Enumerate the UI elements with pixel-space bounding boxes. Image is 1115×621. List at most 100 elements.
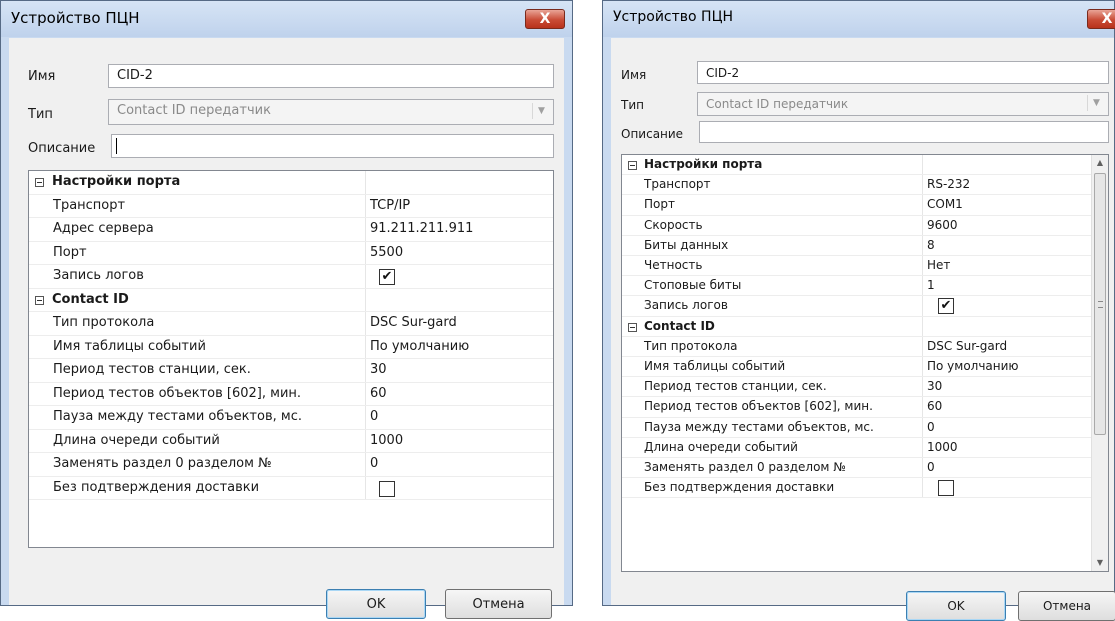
left-ok-button[interactable]: OK — [326, 589, 426, 619]
property-value[interactable]: 0 — [370, 409, 378, 424]
right-type-label: Тип — [621, 98, 644, 112]
left-property-row[interactable]: Запись логов ✔ — [29, 265, 553, 289]
column-divider — [922, 175, 923, 196]
right-property-row[interactable]: Стоповые биты 1 — [622, 276, 1091, 297]
property-value[interactable]: DSC Sur-gard — [927, 339, 1007, 353]
collapse-icon[interactable] — [35, 178, 44, 187]
left-property-row[interactable]: Транспорт TCP/IP — [29, 194, 553, 218]
right-desc-input[interactable] — [699, 121, 1109, 143]
left-desc-input[interactable] — [111, 134, 554, 158]
property-name: Заменять раздел 0 разделом № — [644, 460, 846, 474]
column-divider — [922, 397, 923, 418]
property-value[interactable]: 0 — [927, 420, 935, 434]
right-property-grid: Настройки порта Транспорт RS-232 Порт COM1 Ск… — [621, 154, 1109, 572]
property-value[interactable]: 60 — [370, 386, 387, 401]
right-ok-button[interactable]: OK — [906, 591, 1006, 621]
left-cancel-button[interactable]: Отмена — [445, 589, 552, 619]
property-value[interactable]: 1000 — [927, 440, 958, 454]
right-desc-label: Описание — [621, 127, 684, 141]
left-category-row[interactable]: Настройки порта — [29, 171, 553, 195]
right-dialog-window: Устройство ПЦН X Имя CID-2 Тип Contact I… — [602, 0, 1115, 621]
property-checkbox[interactable]: ✔ — [379, 269, 395, 285]
left-dialog-window: Устройство ПЦН X Имя CID-2 Тип Contact I… — [0, 0, 573, 619]
column-divider — [922, 478, 923, 499]
left-property-row[interactable]: Длина очереди событий 1000 — [29, 429, 553, 453]
left-property-row[interactable]: Тип протокола DSC Sur-gard — [29, 312, 553, 336]
property-value[interactable]: 9600 — [927, 218, 958, 232]
property-value[interactable]: TCP/IP — [370, 198, 410, 213]
right-property-row[interactable]: Биты данных 8 — [622, 235, 1091, 256]
property-name: Запись логов — [644, 298, 728, 313]
property-value[interactable]: COM1 — [927, 197, 963, 211]
right-cancel-button[interactable]: Отмена — [1018, 591, 1115, 621]
property-checkbox[interactable]: ✔ — [938, 298, 954, 315]
property-value[interactable]: 5500 — [370, 245, 403, 260]
scroll-down-arrow-icon[interactable]: ▼ — [1092, 555, 1108, 571]
right-property-row[interactable]: Скорость 9600 — [622, 215, 1091, 236]
category-label: Настройки порта — [644, 157, 763, 171]
right-grid-scrollbar[interactable]: ▲ ▼ — [1091, 155, 1108, 571]
right-property-row[interactable]: Порт COM1 — [622, 195, 1091, 216]
column-divider — [365, 288, 366, 312]
property-name: Период тестов объектов [602], мин. — [644, 399, 873, 414]
right-property-row[interactable]: Период тестов объектов [602], мин. 60 — [622, 397, 1091, 418]
property-value[interactable]: 1000 — [370, 433, 403, 448]
right-property-row[interactable]: Четность Нет — [622, 256, 1091, 277]
right-property-row[interactable]: Период тестов станции, сек. 30 — [622, 377, 1091, 398]
column-divider — [922, 417, 923, 438]
collapse-icon[interactable] — [628, 322, 637, 332]
collapse-icon[interactable] — [628, 161, 637, 170]
collapse-icon[interactable] — [35, 295, 44, 305]
property-name: Тип протокола — [644, 338, 738, 353]
property-value[interactable]: 91.211.211.911 — [370, 221, 473, 236]
right-close-button[interactable]: X — [1087, 9, 1115, 29]
left-property-row[interactable]: Период тестов объектов [602], мин. 60 — [29, 382, 553, 406]
right-property-row[interactable]: Запись логов ✔ — [622, 296, 1091, 317]
property-value[interactable]: 0 — [927, 460, 935, 474]
left-type-value: Contact ID передатчик — [117, 103, 271, 118]
property-value[interactable]: 30 — [927, 379, 942, 393]
property-value[interactable]: 0 — [370, 456, 378, 471]
right-category-row[interactable]: Настройки порта — [622, 155, 1091, 176]
right-property-row[interactable]: Пауза между тестами объектов, мс. 0 — [622, 417, 1091, 438]
property-value[interactable]: 30 — [370, 362, 387, 377]
left-property-row[interactable]: Адрес сервера 91.211.211.911 — [29, 218, 553, 242]
property-value[interactable]: 1 — [927, 278, 935, 292]
right-type-select: Contact ID передатчик ▼ — [697, 92, 1109, 116]
property-name: Запись логов — [53, 268, 144, 283]
right-property-row[interactable]: Заменять раздел 0 разделом № 0 — [622, 458, 1091, 479]
right-property-row[interactable]: Длина очереди событий 1000 — [622, 437, 1091, 458]
right-property-row[interactable]: Без подтверждения доставки — [622, 478, 1091, 499]
column-divider — [922, 155, 923, 176]
left-property-row[interactable]: Период тестов станции, сек. 30 — [29, 359, 553, 383]
left-property-grid: Настройки порта Транспорт TCP/IP Адрес серв… — [28, 170, 554, 548]
property-name: Без подтверждения доставки — [53, 479, 260, 495]
left-category-row[interactable]: Contact ID — [29, 288, 553, 312]
right-category-row[interactable]: Contact ID — [622, 316, 1091, 337]
scroll-up-arrow-icon[interactable]: ▲ — [1092, 155, 1108, 171]
property-checkbox[interactable] — [379, 480, 395, 497]
left-close-button[interactable]: X — [525, 9, 565, 29]
left-name-input[interactable]: CID-2 — [108, 64, 554, 88]
left-property-row[interactable]: Без подтверждения доставки — [29, 476, 553, 500]
property-checkbox[interactable] — [938, 480, 954, 497]
property-value[interactable]: По умолчанию — [927, 359, 1019, 373]
property-value[interactable]: DSC Sur-gard — [370, 315, 457, 330]
right-property-row[interactable]: Тип протокола DSC Sur-gard — [622, 336, 1091, 357]
right-property-row[interactable]: Имя таблицы событий По умолчанию — [622, 357, 1091, 378]
left-property-row[interactable]: Заменять раздел 0 разделом № 0 — [29, 453, 553, 477]
property-value[interactable]: RS-232 — [927, 177, 970, 191]
left-property-row[interactable]: Пауза между тестами объектов, мс. 0 — [29, 406, 553, 430]
property-name: Порт — [53, 244, 87, 260]
property-value[interactable]: По умолчанию — [370, 339, 469, 354]
scrollbar-thumb[interactable] — [1094, 173, 1106, 435]
property-value[interactable]: Нет — [927, 258, 950, 272]
property-value[interactable]: 8 — [927, 238, 935, 252]
right-name-input[interactable]: CID-2 — [697, 61, 1109, 84]
left-property-row[interactable]: Порт 5500 — [29, 241, 553, 265]
right-property-row[interactable]: Транспорт RS-232 — [622, 175, 1091, 196]
property-value[interactable]: 60 — [927, 399, 942, 413]
row-divider — [29, 499, 553, 500]
chevron-down-icon: ▼ — [1087, 95, 1105, 111]
left-property-row[interactable]: Имя таблицы событий По умолчанию — [29, 335, 553, 359]
